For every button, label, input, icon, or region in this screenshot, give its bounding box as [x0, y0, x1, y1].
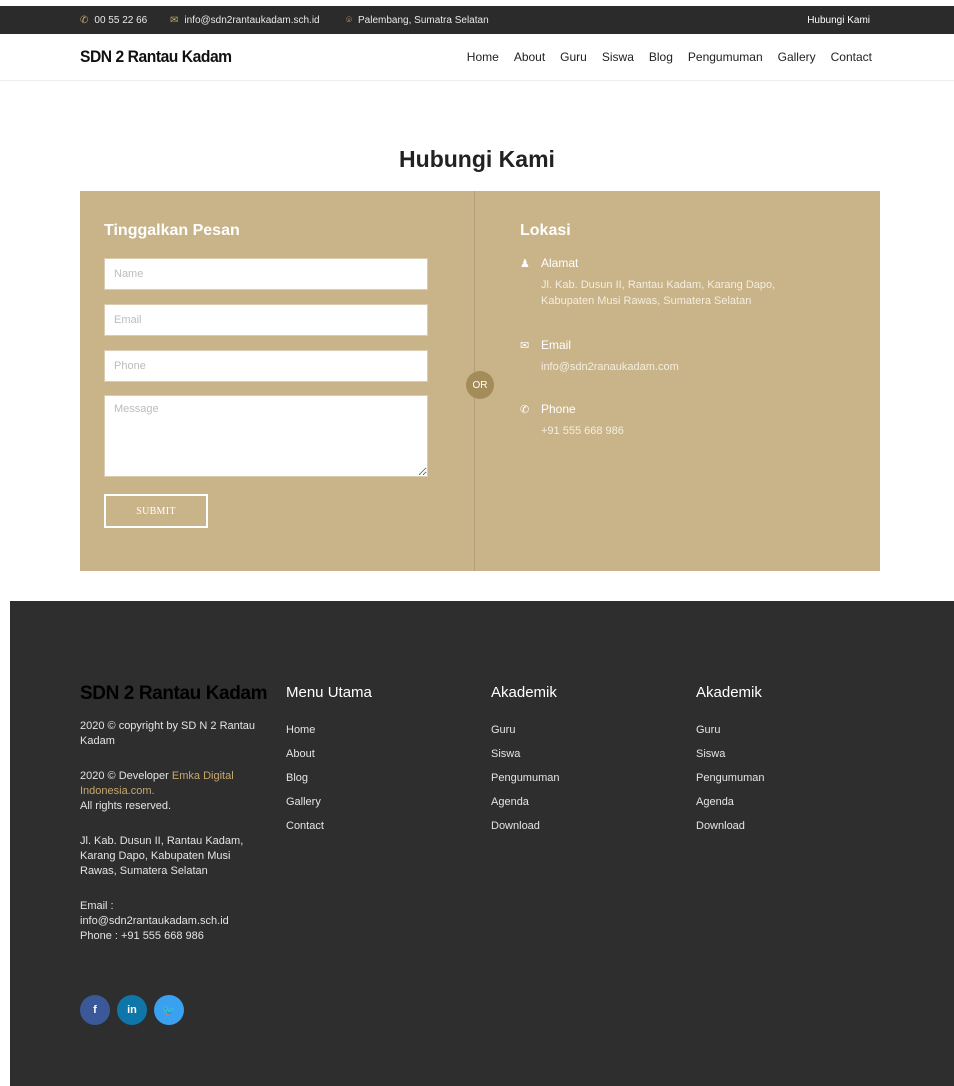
facebook-icon[interactable]: f [80, 995, 110, 1025]
footer-akademik2-guru[interactable]: Guru [696, 722, 765, 746]
footer-akademik2-pengumuman[interactable]: Pengumuman [696, 770, 765, 794]
social-links: f in 🐦 [80, 995, 184, 1025]
topbar-location-text: Palembang, Sumatra Selatan [358, 14, 489, 26]
site-header: SDN 2 Rantau Kadam Home About Guru Siswa… [0, 34, 954, 81]
nav-contact[interactable]: Contact [831, 50, 872, 64]
location-title: Lokasi [520, 222, 571, 239]
footer-akademik-title-2: Akademik [696, 684, 762, 701]
topbar-location: ⌾ Palembang, Sumatra Selatan [346, 6, 489, 34]
email-text[interactable]: info@sdn2ranaukadam.com [541, 359, 821, 375]
page-title: Hubungi Kami [399, 146, 555, 172]
footer-developer: 2020 © Developer Emka Digital Indonesia.… [80, 769, 265, 799]
email-input[interactable] [104, 304, 428, 336]
footer-akademik-title-1: Akademik [491, 684, 557, 701]
footer-akademik-list-2: Guru Siswa Pengumuman Agenda Download [696, 722, 765, 842]
footer-menu-list: Home About Blog Gallery Contact [286, 722, 324, 842]
footer-akademik2-siswa[interactable]: Siswa [696, 746, 765, 770]
footer-menu-about[interactable]: About [286, 746, 324, 770]
footer-akademik1-download[interactable]: Download [491, 818, 560, 842]
linkedin-icon[interactable]: in [117, 995, 147, 1025]
footer-address: Jl. Kab. Dusun II, Rantau Kadam, Karang … [80, 835, 244, 877]
footer-email-label: Email : [80, 900, 114, 912]
footer-akademik1-agenda[interactable]: Agenda [491, 794, 560, 818]
footer-menu-gallery[interactable]: Gallery [286, 794, 324, 818]
email-label: Email [541, 338, 572, 352]
twitter-icon[interactable]: 🐦 [154, 995, 184, 1025]
footer-logo: SDN 2 Rantau Kadam [80, 683, 268, 704]
footer-akademik2-agenda[interactable]: Agenda [696, 794, 765, 818]
map-pin-icon: ⌾ [346, 14, 352, 26]
nav-pengumuman[interactable]: Pengumuman [688, 50, 763, 64]
message-textarea[interactable] [104, 395, 428, 477]
top-contact-bar: ✆ 00 55 22 66 ✉ info@sdn2rantaukadam.sch… [0, 6, 954, 34]
topbar-email-text: info@sdn2rantaukadam.sch.id [184, 14, 320, 26]
topbar-contact-link[interactable]: Hubungi Kami [807, 6, 870, 34]
footer-akademik-list-1: Guru Siswa Pengumuman Agenda Download [491, 722, 560, 842]
footer-menu-title: Menu Utama [286, 684, 372, 701]
form-title: Tinggalkan Pesan [104, 222, 240, 239]
address-text: Jl. Kab. Dusun II, Rantau Kadam, Karang … [541, 279, 776, 307]
phone-text[interactable]: +91 555 668 986 [541, 423, 821, 439]
footer-email[interactable]: info@sdn2rantaukadam.sch.id [80, 914, 265, 929]
site-logo[interactable]: SDN 2 Rantau Kadam [80, 34, 232, 80]
developer-prefix: 2020 © Developer [80, 770, 172, 782]
phone-input[interactable] [104, 350, 428, 382]
footer-akademik1-guru[interactable]: Guru [491, 722, 560, 746]
topbar-phone[interactable]: ✆ 00 55 22 66 [80, 6, 147, 34]
submit-button[interactable]: SUBMIT [104, 494, 208, 528]
footer-phone: Phone : +91 555 668 986 [80, 930, 204, 942]
nav-guru[interactable]: Guru [560, 50, 587, 64]
phone-icon: ✆ [520, 404, 530, 416]
main-nav: Home About Guru Siswa Blog Pengumuman Ga… [467, 34, 872, 80]
footer-menu-home[interactable]: Home [286, 722, 324, 746]
topbar-email[interactable]: ✉ info@sdn2rantaukadam.sch.id [170, 6, 320, 34]
footer-menu-contact[interactable]: Contact [286, 818, 324, 842]
or-badge: OR [466, 371, 494, 399]
nav-gallery[interactable]: Gallery [778, 50, 816, 64]
nav-home[interactable]: Home [467, 50, 499, 64]
nav-about[interactable]: About [514, 50, 545, 64]
footer-akademik1-siswa[interactable]: Siswa [491, 746, 560, 770]
footer-copyright: 2020 © copyright by SD N 2 Rantau Kadam [80, 720, 256, 747]
nav-blog[interactable]: Blog [649, 50, 673, 64]
footer-rights: All rights reserved. [80, 800, 172, 812]
envelope-icon: ✉ [520, 340, 530, 352]
person-icon: ♟ [520, 258, 530, 270]
nav-siswa[interactable]: Siswa [602, 50, 634, 64]
envelope-icon: ✉ [170, 14, 179, 26]
topbar-phone-text: 00 55 22 66 [94, 14, 148, 26]
name-input[interactable] [104, 258, 428, 290]
address-label: Alamat [541, 256, 579, 270]
footer-akademik1-pengumuman[interactable]: Pengumuman [491, 770, 560, 794]
footer-menu-blog[interactable]: Blog [286, 770, 324, 794]
footer-akademik2-download[interactable]: Download [696, 818, 765, 842]
phone-icon: ✆ [80, 14, 89, 26]
phone-label: Phone [541, 402, 576, 416]
footer-about: 2020 © copyright by SD N 2 Rantau Kadam … [80, 719, 265, 944]
